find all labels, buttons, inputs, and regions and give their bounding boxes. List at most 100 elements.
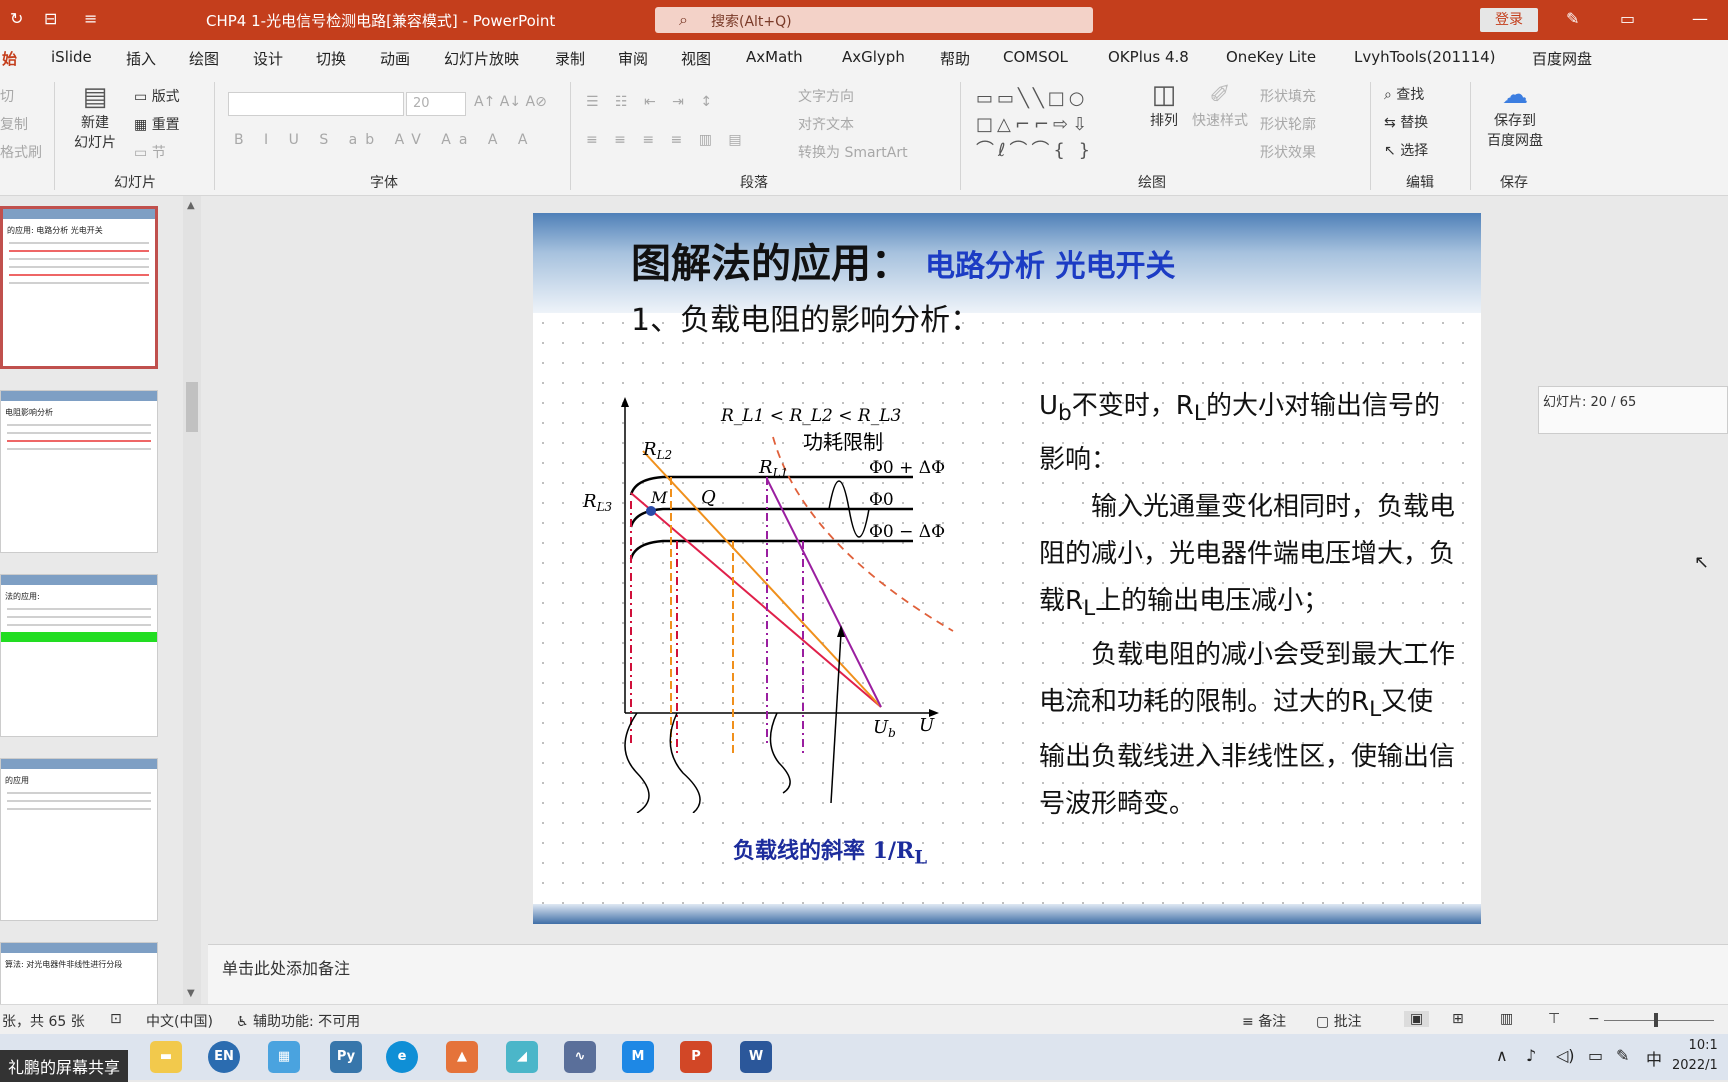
slide-thumbnail[interactable]: 的应用: 电路分析 光电开关 <box>0 206 158 369</box>
network-icon[interactable]: ▭ <box>1588 1046 1603 1065</box>
tab-baidu[interactable]: 百度网盘 <box>1532 48 1592 69</box>
select-button[interactable]: ↖ 选择 <box>1384 140 1428 160</box>
shapes-gallery[interactable]: ▭▭╲╲□○ □△⌐⌐⇨⇩ ⌒ℓ⌒⌒{ } <box>976 86 1094 164</box>
tab-help[interactable]: 帮助 <box>940 48 970 69</box>
slide-thumbnail[interactable]: 算法: 对光电器件非线性进行分段 <box>0 942 158 1004</box>
reset-button[interactable]: ▦ 重置 <box>134 114 180 134</box>
minimize-icon[interactable]: — <box>1692 9 1708 28</box>
font-family-select[interactable] <box>228 92 404 116</box>
section-button[interactable]: ▭ 节 <box>134 142 166 162</box>
shape-outline-button[interactable]: 形状轮廓 <box>1260 114 1316 134</box>
system-clock[interactable]: 10:1 2022/1 <box>1672 1036 1718 1076</box>
zoom-slider[interactable] <box>1604 1020 1714 1021</box>
comments-toggle[interactable]: ▢ 批注 <box>1316 1011 1362 1031</box>
meeting-app-icon[interactable]: M <box>622 1041 654 1073</box>
arrange-button[interactable]: ◫ 排列 <box>1142 80 1186 130</box>
tab-draw[interactable]: 绘图 <box>189 48 219 69</box>
pen-tray-icon[interactable]: ✎ <box>1616 1046 1629 1065</box>
slide-canvas[interactable]: 图解法的应用： 电路分析 光电开关 1、负载电阻的影响分析： R_L1 < R_… <box>533 213 1481 924</box>
tab-axglyph[interactable]: AxGlyph <box>842 48 905 66</box>
format-painter-button[interactable]: 格式刷 <box>0 142 42 162</box>
tab-review[interactable]: 审阅 <box>618 48 648 69</box>
slide-thumbnail[interactable]: 法的应用: <box>0 574 158 737</box>
text-direction-button[interactable]: 文字方向 <box>798 86 854 106</box>
scroll-thumb[interactable] <box>186 382 198 432</box>
language-indicator[interactable]: 中文(中国) <box>146 1011 213 1031</box>
convert-smartart-button[interactable]: 转换为 SmartArt <box>798 142 908 162</box>
tab-lvyhtools[interactable]: LvyhTools(201114) <box>1354 48 1496 66</box>
ribbon-display-icon[interactable]: ▭ <box>1620 9 1635 28</box>
copy-button[interactable]: 复制 <box>0 114 28 134</box>
slide-heading[interactable]: 1、负载电阻的影响分析： <box>631 295 980 339</box>
shape-effects-button[interactable]: 形状效果 <box>1260 142 1316 162</box>
grow-font-icon[interactable]: A↑ A↓ A⊘ <box>474 94 547 110</box>
save-icon[interactable]: ⊟ <box>44 9 57 28</box>
slide-thumbnail[interactable]: 电阻影响分析 <box>0 390 158 553</box>
file-explorer-icon[interactable]: ▬ <box>150 1041 182 1073</box>
quick-styles-button[interactable]: ✐ 快速样式 <box>1190 80 1250 130</box>
tab-home[interactable]: 始 <box>2 48 17 69</box>
rl1-label: RL1 <box>758 457 788 480</box>
scroll-up-icon[interactable]: ▲ <box>187 200 195 211</box>
replace-button[interactable]: ⇆ 替换 <box>1384 112 1428 132</box>
new-slide-button[interactable]: ▤ 新建 幻灯片 <box>66 82 124 152</box>
chart-app-icon[interactable]: ∿ <box>564 1041 596 1073</box>
tab-animations[interactable]: 动画 <box>380 48 410 69</box>
layout-button[interactable]: ▭ 版式 <box>134 86 180 106</box>
slide-body-text[interactable]: Ub不变时，RL的大小对输出信号的影响： 输入光通量变化相同时，负载电阻的减小，… <box>1039 383 1459 828</box>
language-app-icon[interactable]: EN <box>208 1041 240 1073</box>
search-box[interactable]: ⌕ 搜索(Alt+Q) <box>655 7 1093 33</box>
autosave-icon[interactable]: ↻ <box>10 9 23 28</box>
tab-onekey[interactable]: OneKey Lite <box>1226 48 1316 66</box>
app-icon[interactable]: ◢ <box>506 1041 538 1073</box>
powerpoint-icon[interactable]: P <box>680 1041 712 1073</box>
find-button[interactable]: ⌕ 查找 <box>1384 84 1424 104</box>
align-text-button[interactable]: 对齐文本 <box>798 114 854 134</box>
tab-view[interactable]: 视图 <box>681 48 711 69</box>
slide-title[interactable]: 图解法的应用： <box>631 231 911 289</box>
font-size-select[interactable]: 20 <box>406 92 466 116</box>
matlab-icon[interactable]: ▲ <box>446 1041 478 1073</box>
customize-qat-icon[interactable]: ≡ <box>84 9 97 28</box>
scroll-down-icon[interactable]: ▼ <box>187 988 195 999</box>
edge-icon[interactable]: e <box>386 1041 418 1073</box>
tab-design[interactable]: 设计 <box>253 48 283 69</box>
align-buttons[interactable]: ≡ ≡ ≡ ≡ ▥ ▤ <box>586 132 748 148</box>
thumbnail-scrollbar[interactable]: ▲ ▼ <box>183 196 201 1004</box>
tab-record[interactable]: 录制 <box>555 48 585 69</box>
tab-islide[interactable]: iSlide <box>51 48 92 66</box>
volume-icon[interactable]: ◁) <box>1556 1046 1575 1065</box>
python-icon[interactable]: Py <box>330 1041 362 1073</box>
font-format-buttons[interactable]: B I U S ab AV Aa A A <box>234 132 536 148</box>
notes-toggle[interactable]: ≡ 备注 <box>1242 1011 1286 1031</box>
cut-button[interactable]: 切 <box>0 86 14 106</box>
tab-comsol[interactable]: COMSOL <box>1003 48 1068 66</box>
accessibility-status[interactable]: ♿ 辅助功能: 不可用 <box>236 1011 360 1031</box>
tab-insert[interactable]: 插入 <box>126 48 156 69</box>
tab-okplus[interactable]: OKPlus 4.8 <box>1108 48 1189 66</box>
slide-subtitle[interactable]: 电路分析 光电开关 <box>925 241 1175 285</box>
save-to-baidu-button[interactable]: ☁ 保存到 百度网盘 <box>1478 80 1552 150</box>
spellcheck-icon[interactable]: ⊡ <box>110 1011 122 1027</box>
pen-icon[interactable]: ✎ <box>1566 9 1579 28</box>
zoom-slider-thumb[interactable] <box>1654 1013 1658 1027</box>
notes-pane[interactable]: 单击此处添加备注 <box>208 944 1728 1004</box>
login-button[interactable]: 登录 <box>1480 8 1538 32</box>
slideshow-icon[interactable]: ⊤ <box>1548 1011 1560 1027</box>
tab-axmath[interactable]: AxMath <box>746 48 803 66</box>
remote-app-icon[interactable]: ▦ <box>268 1041 300 1073</box>
word-icon[interactable]: W <box>740 1041 772 1073</box>
list-buttons[interactable]: ☰ ☷ ⇤ ⇥ ↕ <box>586 94 718 110</box>
tab-transitions[interactable]: 切换 <box>316 48 346 69</box>
ime-indicator[interactable]: 中 <box>1646 1046 1662 1070</box>
tab-slideshow[interactable]: 幻灯片放映 <box>444 48 519 69</box>
slide-thumbnail[interactable]: 的应用 <box>0 758 158 921</box>
load-line-diagram[interactable]: R_L1 < R_L2 < R_L3 功耗限制 RL2 RL1 RL3 M Q … <box>573 393 973 813</box>
microphone-icon[interactable]: ♪ <box>1526 1046 1536 1065</box>
tray-chevron-icon[interactable]: ∧ <box>1496 1046 1508 1065</box>
normal-view-icon[interactable]: ▣ <box>1404 1011 1430 1027</box>
reading-view-icon[interactable]: ▥ <box>1500 1011 1513 1027</box>
shape-fill-button[interactable]: 形状填充 <box>1260 86 1316 106</box>
slide-sorter-icon[interactable]: ⊞ <box>1452 1011 1464 1027</box>
zoom-out-icon[interactable]: − <box>1588 1011 1600 1027</box>
